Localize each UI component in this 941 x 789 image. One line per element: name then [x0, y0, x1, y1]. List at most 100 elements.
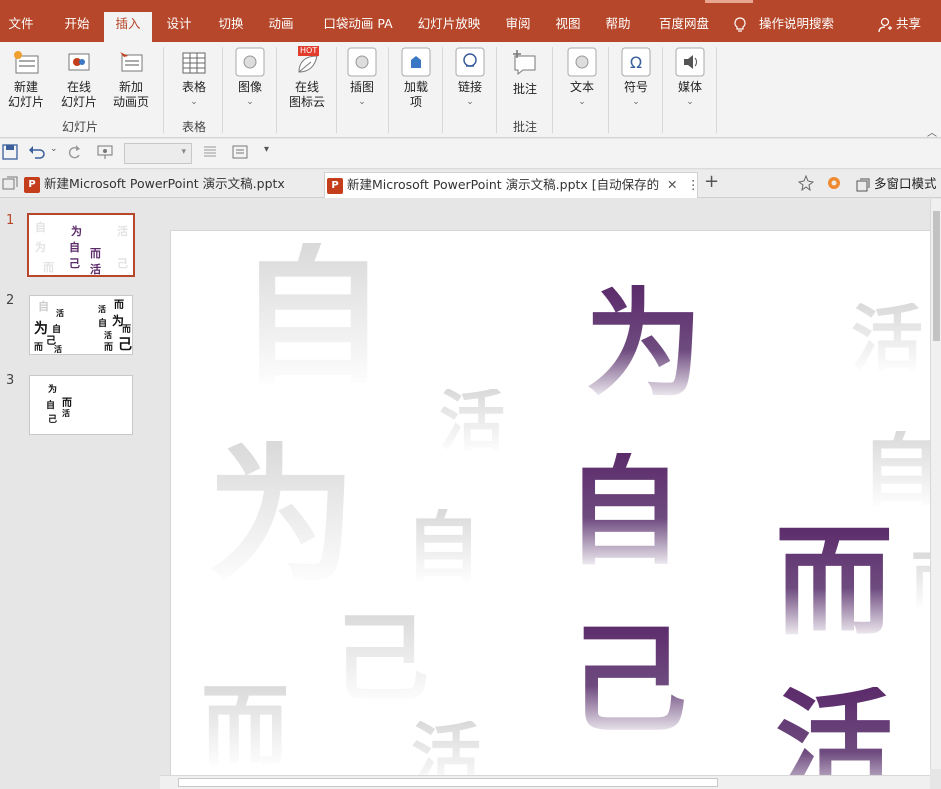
group-label-comment: 批注	[512, 120, 537, 134]
powerpoint-icon: P	[24, 176, 40, 193]
tell-me-search[interactable]: 操作说明搜索	[733, 12, 834, 38]
collapse-ribbon-icon[interactable]: ︿	[927, 124, 937, 139]
thumb-char: 活	[90, 263, 101, 276]
media-button[interactable]: 媒体 ⌄	[670, 46, 710, 110]
online-slide-label: 在线 幻灯片	[60, 80, 97, 109]
tab-help[interactable]: 帮助	[598, 12, 638, 42]
symbols-button[interactable]: Ω 符号 ⌄	[616, 46, 656, 110]
slide-thumbnail-1[interactable]: 为 自 己 而 活 自 为 己 而 活	[27, 213, 135, 277]
links-label: 链接	[457, 80, 482, 94]
link-icon	[455, 47, 485, 77]
more-icon[interactable]: ⋮	[687, 173, 697, 197]
doc-tab-active[interactable]: P 新建Microsoft PowerPoint 演示文稿.pptx [自动保存的…	[324, 172, 698, 198]
new-animation-page-button[interactable]: 新加 动画页	[106, 48, 156, 110]
ribbon-separator	[496, 47, 497, 133]
thumb-char: 而	[90, 247, 101, 260]
image-label: 图像	[237, 80, 262, 94]
close-tab-icon[interactable]: ✕	[667, 173, 677, 197]
layout-icon[interactable]	[232, 144, 248, 160]
tab-file[interactable]: 文件	[0, 12, 42, 42]
new-slide-button[interactable]: 新建 幻灯片	[2, 48, 50, 110]
present-icon[interactable]	[96, 144, 114, 160]
new-tab-icon[interactable]: +	[704, 171, 719, 192]
tab-home[interactable]: 开始	[54, 12, 100, 42]
text-label: 文本	[569, 80, 594, 94]
slide-number: 2	[6, 293, 15, 308]
undo-icon[interactable]	[28, 144, 46, 160]
title-char-ji[interactable]: 己	[569, 621, 687, 739]
title-char-huo[interactable]: 活	[775, 687, 893, 776]
ribbon-separator	[442, 47, 443, 133]
scroll-thumb[interactable]	[933, 211, 940, 341]
ribbon-separator	[662, 47, 663, 133]
online-slide-button[interactable]: 在线 幻灯片	[54, 48, 104, 110]
addins-button[interactable]: 加载 项	[396, 46, 436, 110]
media-label: 媒体	[677, 80, 702, 94]
powerpoint-window: 文件 开始 插入 设计 切换 动画 口袋动画 PA 幻灯片放映 审阅 视图 帮助…	[0, 0, 941, 789]
thumb-char: 活	[98, 305, 106, 314]
multi-window-mode-button[interactable]: 多窗口模式	[856, 172, 937, 196]
background-char: 自	[405, 502, 481, 591]
addins-label: 加载 项	[403, 80, 428, 109]
thumb-char: 而	[62, 398, 72, 409]
slide-canvas[interactable]: 自 活 为 自 己 而 活 活 自 而 为 自 己 而 活	[170, 230, 930, 776]
thumb-char: 己	[117, 257, 128, 270]
customize-toolbar-icon[interactable]: ▾	[264, 144, 269, 155]
slide-thumbnail-3[interactable]: 为 自 而 活 己	[29, 375, 133, 435]
ribbon-tab-bar: 文件 开始 插入 设计 切换 动画 口袋动画 PA 幻灯片放映 审阅 视图 帮助…	[0, 0, 941, 42]
background-char: 而	[201, 675, 290, 776]
horizontal-scrollbar[interactable]	[160, 775, 930, 789]
doc-tab[interactable]: P 新建Microsoft PowerPoint 演示文稿.pptx	[24, 172, 314, 198]
undo-dropdown-icon[interactable]: ⌄	[50, 144, 58, 154]
ribbon-separator	[163, 47, 164, 133]
thumb-char: 为	[35, 241, 46, 254]
tab-insert[interactable]: 插入	[104, 12, 152, 42]
text-button[interactable]: 文本 ⌄	[562, 46, 602, 110]
redo-icon[interactable]	[66, 144, 82, 160]
online-icon-cloud-button[interactable]: HOT 在线 图标云	[284, 46, 330, 110]
image-button[interactable]: 图像 ⌄	[230, 46, 270, 110]
settings-gear-icon[interactable]	[826, 175, 842, 191]
ribbon-separator	[716, 47, 717, 133]
table-icon	[182, 52, 206, 74]
slide-editor: 自 活 为 自 己 而 活 活 自 而 为 自 己 而 活	[158, 199, 941, 789]
comment-label: 批注	[512, 82, 537, 96]
multi-window-mode-label: 多窗口模式	[873, 176, 937, 191]
pin-icon[interactable]	[798, 175, 814, 191]
align-icon[interactable]	[202, 144, 218, 160]
background-char: 自	[237, 231, 388, 405]
tab-view[interactable]: 视图	[548, 12, 588, 42]
thumb-char: 自	[69, 241, 80, 254]
table-label: 表格	[181, 80, 206, 94]
links-button[interactable]: 链接 ⌄	[450, 46, 490, 110]
thumb-char: 自	[46, 401, 56, 411]
group-label-slides: 幻灯片	[61, 120, 98, 134]
tab-transitions[interactable]: 切换	[208, 12, 254, 42]
tab-review[interactable]: 审阅	[498, 12, 538, 42]
tab-list-icon[interactable]	[2, 176, 18, 192]
font-size-combo[interactable]: ▾	[124, 143, 192, 164]
hot-badge: HOT	[298, 46, 320, 56]
table-button[interactable]: 表格 ⌄	[172, 48, 216, 110]
tab-baidu-netdisk[interactable]: 百度网盘	[652, 12, 716, 42]
comment-button[interactable]: 批注	[504, 48, 546, 97]
omega-icon: Ω	[621, 47, 651, 77]
background-char: 自	[861, 431, 930, 511]
illustration-button[interactable]: 插图 ⌄	[342, 46, 382, 110]
scroll-thumb[interactable]	[178, 778, 718, 787]
image-icon	[235, 47, 265, 77]
share-button[interactable]: 共享	[878, 12, 921, 36]
title-char-er[interactable]: 而	[775, 523, 893, 641]
save-icon[interactable]	[2, 144, 18, 160]
title-char-zi[interactable]: 自	[565, 453, 683, 571]
title-char-wei[interactable]: 为	[585, 285, 703, 403]
thumb-char: 自	[98, 319, 108, 329]
slide-thumbnail-pane: 1 为 自 己 而 活 自 为 己 而 活 2 自 活 为 自 己 而 活 而 …	[0, 199, 158, 789]
tab-slideshow[interactable]: 幻灯片放映	[412, 12, 486, 42]
tell-me-label: 操作说明搜索	[758, 16, 834, 31]
tab-design[interactable]: 设计	[156, 12, 202, 42]
tab-animations[interactable]: 动画	[258, 12, 304, 42]
slide-thumbnail-2[interactable]: 自 活 为 自 己 而 活 而 活 自 为 而 活 而 己	[29, 295, 133, 355]
vertical-scrollbar[interactable]	[930, 199, 941, 769]
tab-pocket-animation[interactable]: 口袋动画 PA	[318, 12, 398, 42]
